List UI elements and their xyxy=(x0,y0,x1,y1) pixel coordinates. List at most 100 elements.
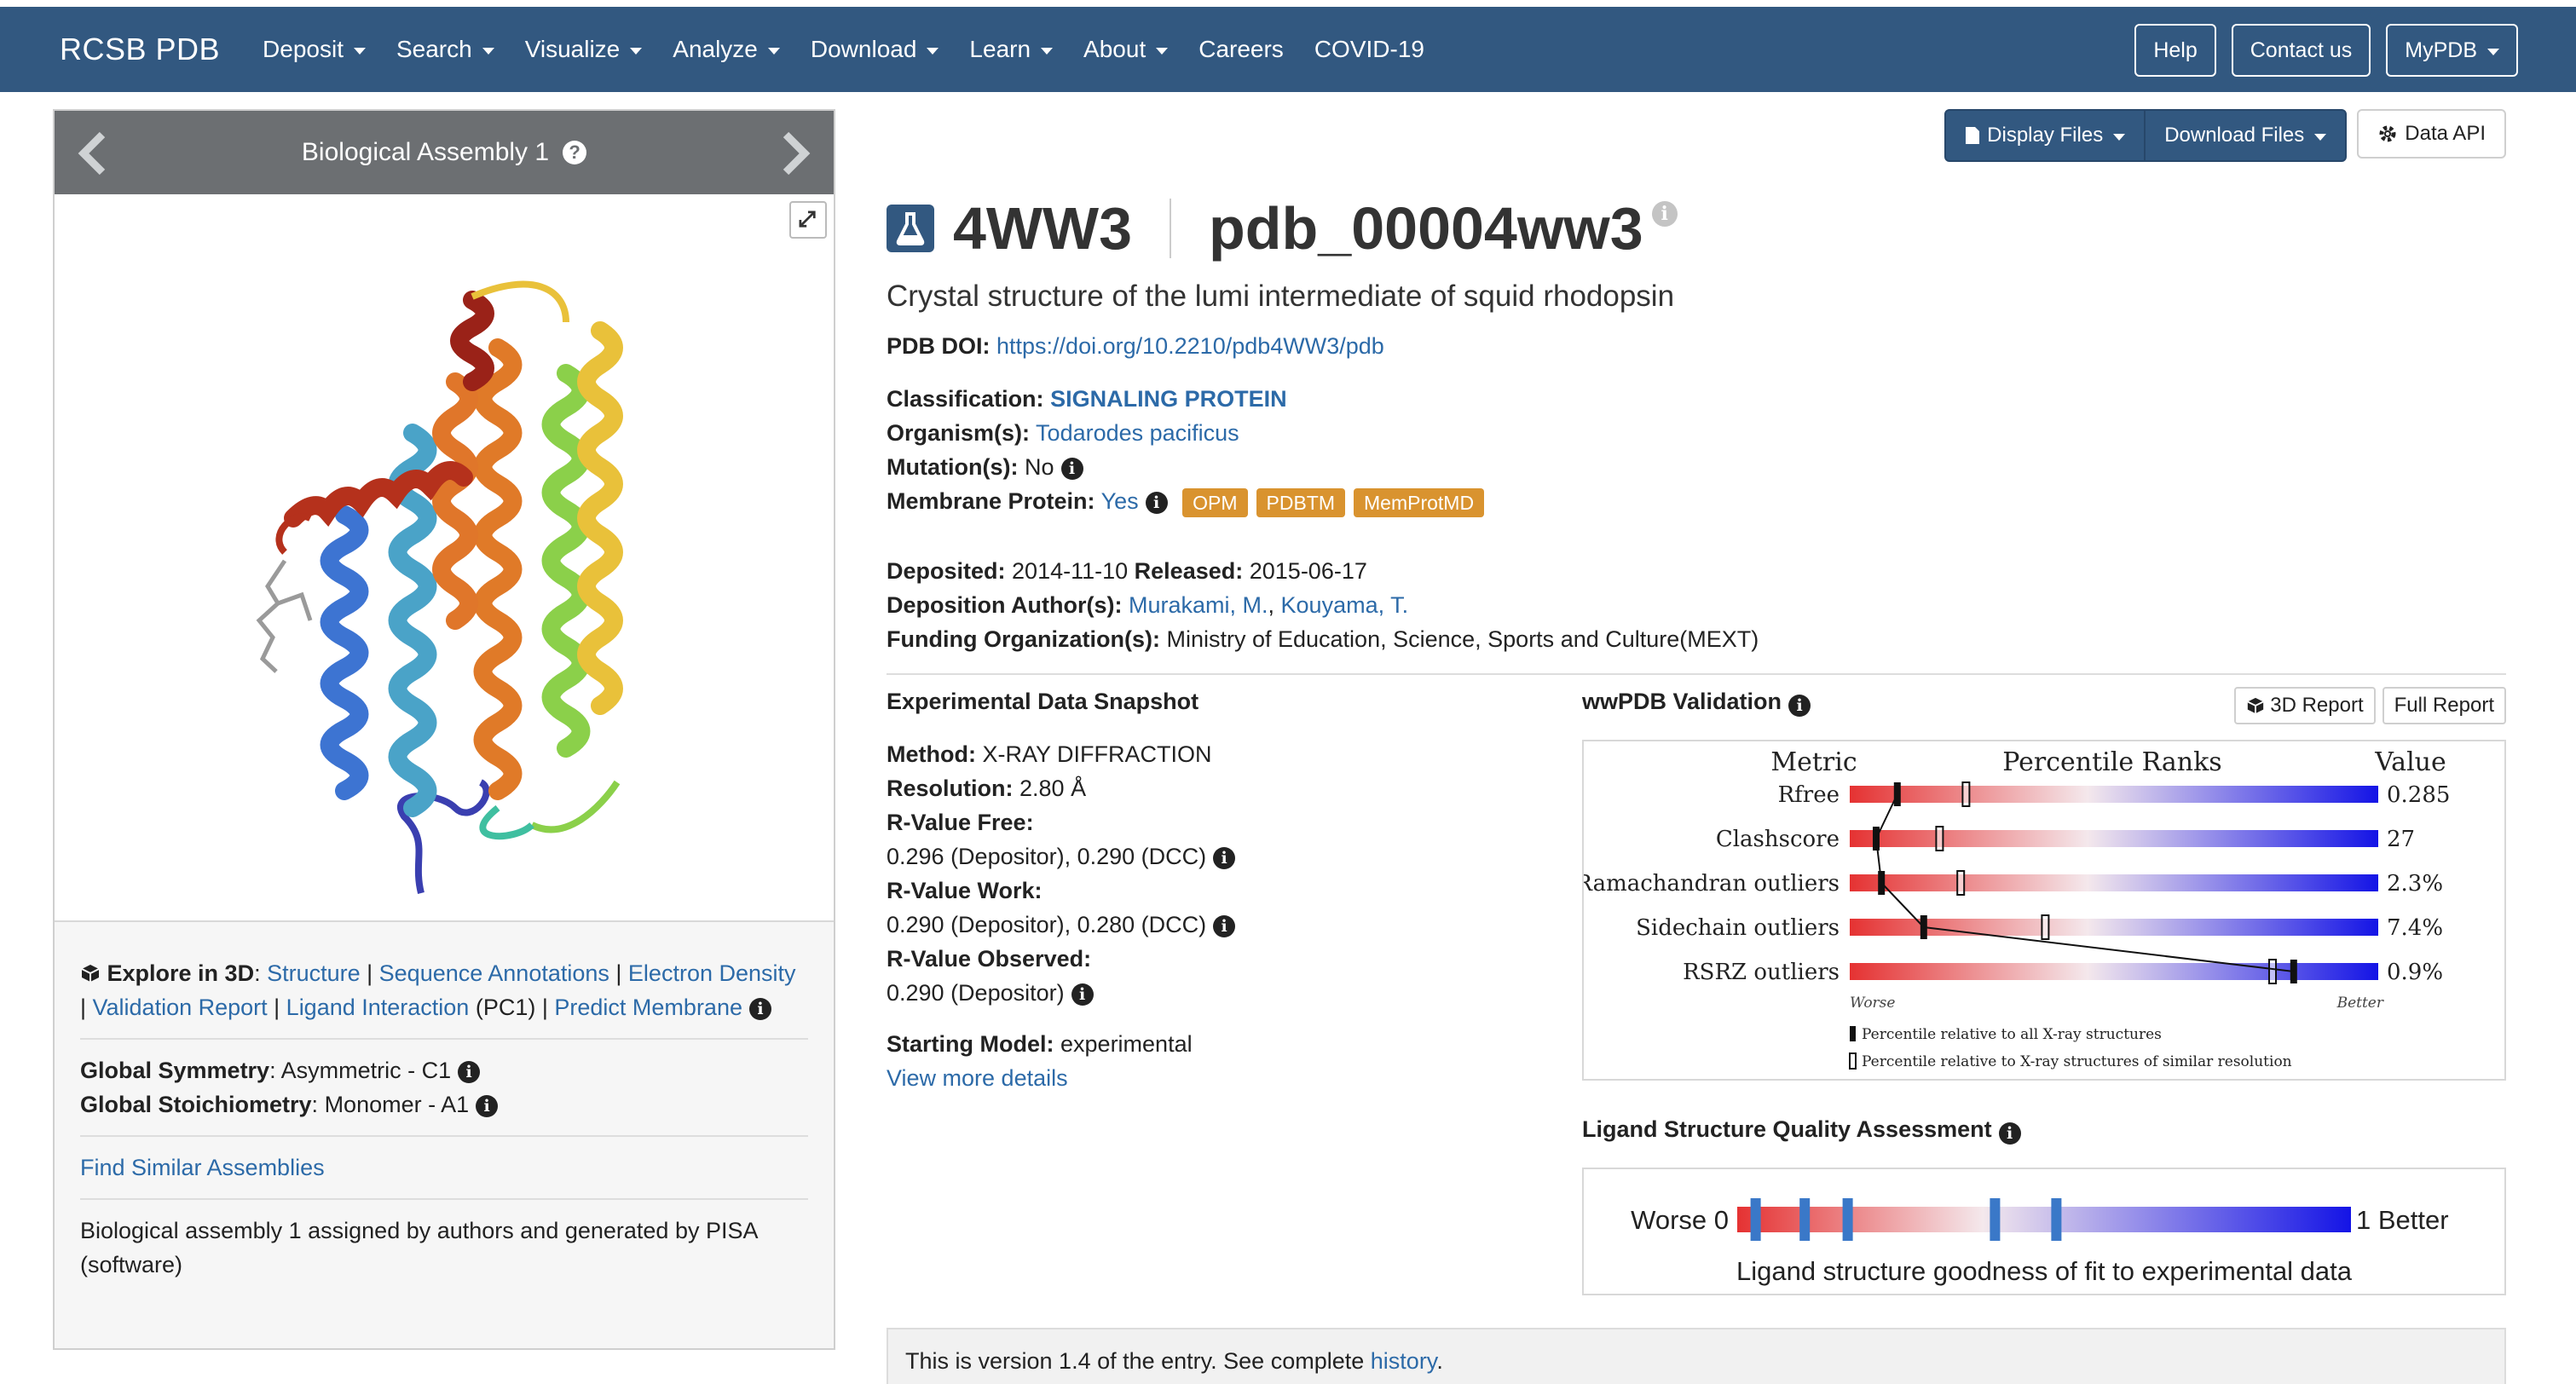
history-link[interactable]: history xyxy=(1371,1348,1437,1374)
symmetry-section: Global Symmetry: Asymmetric - C1 i Global… xyxy=(80,1040,808,1137)
info-icon[interactable]: i xyxy=(1998,1122,2021,1145)
ligand-quality-slider: Worse 0 1 Better Ligand structure goodne… xyxy=(1631,1198,2449,1286)
legend-similar-marker xyxy=(1849,1052,1857,1070)
section-divider xyxy=(887,673,2506,675)
classification-link[interactable]: SIGNALING PROTEIN xyxy=(1050,386,1287,412)
file-icon xyxy=(1966,127,1980,144)
starting-model-value: experimental xyxy=(1060,1031,1193,1057)
funding-value: Ministry of Education, Science, Sports a… xyxy=(1166,626,1759,652)
entry-extended-id: pdb_00004ww3 xyxy=(1209,195,1643,262)
info-icon[interactable]: i xyxy=(1213,846,1236,869)
ligand-marker xyxy=(1990,1198,2001,1241)
info-icon[interactable]: i xyxy=(458,1060,481,1083)
validation-slider-box[interactable]: Metric Percentile Ranks Value Rfree 0.285… xyxy=(1575,740,2506,1081)
file-button-group: Display Files Download Files xyxy=(1944,109,2348,162)
full-report-button[interactable]: Full Report xyxy=(2382,687,2506,724)
metric-value: 0.9% xyxy=(2387,960,2443,985)
released-value: 2015-06-17 xyxy=(1249,558,1367,584)
assembly-title: Biological Assembly 1 xyxy=(301,138,550,166)
info-icon[interactable]: i xyxy=(1651,201,1678,227)
chevron-left-icon[interactable] xyxy=(72,130,114,177)
contact-us-button[interactable]: Contact us xyxy=(2231,24,2371,77)
nav-download[interactable]: Download xyxy=(811,36,939,63)
mypdb-button[interactable]: MyPDB xyxy=(2386,24,2518,77)
info-icon[interactable]: i xyxy=(1071,983,1094,1006)
brand-logo[interactable]: RCSB PDB xyxy=(60,32,220,67)
authors-row: Deposition Author(s): Murakami, M., Kouy… xyxy=(887,592,1409,618)
ligand-marker xyxy=(1842,1198,1853,1241)
nav-covid19[interactable]: COVID-19 xyxy=(1314,36,1424,63)
metric-value: 0.285 xyxy=(2387,782,2450,808)
explore-validation-report-link[interactable]: Validation Report xyxy=(93,995,268,1020)
explore-3d-label: Explore in 3D xyxy=(107,960,255,986)
info-icon[interactable]: i xyxy=(748,997,771,1020)
assembly-panel: Biological Assembly 1 ? Explore in 3D: S… xyxy=(53,109,835,1350)
explore-3d-section: Explore in 3D: Structure | Sequence Anno… xyxy=(80,943,808,1040)
3d-report-button[interactable]: 3D Report xyxy=(2234,687,2376,724)
better-label: Better xyxy=(2336,995,2384,1012)
ligand-marker xyxy=(1750,1198,1761,1241)
question-circle-icon[interactable]: ? xyxy=(563,141,587,164)
rwork-value: 0.290 (Depositor), 0.280 (DCC) xyxy=(887,912,1207,937)
nav-label: Deposit xyxy=(263,36,344,62)
organism-row: Organism(s): Todarodes pacificus xyxy=(887,416,2506,450)
mypdb-label: MyPDB xyxy=(2405,37,2477,62)
explore-structure-link[interactable]: Structure xyxy=(267,960,361,986)
ligand-marker xyxy=(1799,1198,1811,1241)
info-icon[interactable]: i xyxy=(476,1094,499,1117)
opm-badge[interactable]: OPM xyxy=(1182,487,1248,517)
organism-label: Organism(s): xyxy=(887,420,1031,446)
data-api-label: Data API xyxy=(2405,122,2486,145)
memprotmd-badge[interactable]: MemProtMD xyxy=(1354,487,1485,517)
nav-learn[interactable]: Learn xyxy=(969,36,1054,63)
nav-visualize[interactable]: Visualize xyxy=(525,36,643,63)
nav-analyze[interactable]: Analyze xyxy=(673,36,780,63)
explore-ligand-interaction-link[interactable]: Ligand Interaction xyxy=(286,995,470,1020)
pdbtm-badge[interactable]: PDBTM xyxy=(1256,487,1346,517)
view-more-details-link[interactable]: View more details xyxy=(887,1065,1068,1091)
funding-row: Funding Organization(s): Ministry of Edu… xyxy=(887,622,2506,656)
download-files-label: Download Files xyxy=(2164,124,2305,147)
info-icon[interactable]: i xyxy=(1145,491,1168,514)
explore-electron-density-link[interactable]: Electron Density xyxy=(628,960,796,986)
ligand-quality-header: Ligand Structure Quality Assessment i xyxy=(1582,1116,2506,1145)
rwork-row: 0.290 (Depositor), 0.280 (DCC) i xyxy=(887,908,1534,942)
info-icon[interactable]: i xyxy=(1060,457,1083,480)
rfree-row: 0.296 (Depositor), 0.290 (DCC) i xyxy=(887,839,1534,874)
similar-resolution-marker xyxy=(1956,870,1966,896)
percentile-bar xyxy=(1850,963,2378,980)
3d-report-label: 3D Report xyxy=(2270,694,2364,717)
starting-model-row: Starting Model: experimental xyxy=(887,1027,1534,1061)
chevron-right-icon[interactable] xyxy=(774,130,817,177)
find-similar-assemblies-link[interactable]: Find Similar Assemblies xyxy=(80,1155,325,1180)
author-link[interactable]: Murakami, M. xyxy=(1129,592,1268,618)
entry-main: 4WW3 pdb_00004ww3 i Crystal structure of… xyxy=(887,194,2506,692)
doi-link[interactable]: https://doi.org/10.2210/pdb4WW3/pdb xyxy=(996,333,1384,359)
resolution-row: Resolution: 2.80 Å xyxy=(887,771,1534,805)
membrane-label: Membrane Protein: xyxy=(887,488,1095,514)
data-api-button[interactable]: Data API xyxy=(2357,109,2506,159)
download-files-button[interactable]: Download Files xyxy=(2144,111,2345,160)
author-link[interactable]: Kouyama, T. xyxy=(1281,592,1409,618)
membrane-yes-link[interactable]: Yes xyxy=(1101,488,1139,514)
nav-careers[interactable]: Careers xyxy=(1198,36,1284,63)
nav-deposit[interactable]: Deposit xyxy=(263,36,366,63)
explore-sequence-annotations-link[interactable]: Sequence Annotations xyxy=(379,960,609,986)
predict-membrane-link[interactable]: Predict Membrane xyxy=(554,995,742,1020)
nav-about[interactable]: About xyxy=(1083,36,1169,63)
assembly-info: Explore in 3D: Structure | Sequence Anno… xyxy=(55,922,834,1295)
metric-label: RSRZ outliers xyxy=(1683,960,1840,985)
display-files-button[interactable]: Display Files xyxy=(1946,111,2144,160)
info-icon[interactable]: i xyxy=(1788,694,1811,717)
molecule-viewer[interactable] xyxy=(55,194,834,922)
validation-title: wwPDB Validation xyxy=(1582,689,1782,714)
ligand-quality-title: Ligand Structure Quality Assessment xyxy=(1582,1116,1992,1142)
organism-link[interactable]: Todarodes pacificus xyxy=(1036,420,1239,446)
cube-icon xyxy=(80,960,107,986)
ligand-quality-box[interactable]: Worse 0 1 Better Ligand structure goodne… xyxy=(1582,1168,2506,1295)
help-button[interactable]: Help xyxy=(2134,24,2216,77)
info-icon[interactable]: i xyxy=(1213,914,1236,937)
expand-icon[interactable] xyxy=(789,201,827,239)
rwork-label: R-Value Work: xyxy=(887,878,1043,903)
nav-search[interactable]: Search xyxy=(396,36,494,63)
